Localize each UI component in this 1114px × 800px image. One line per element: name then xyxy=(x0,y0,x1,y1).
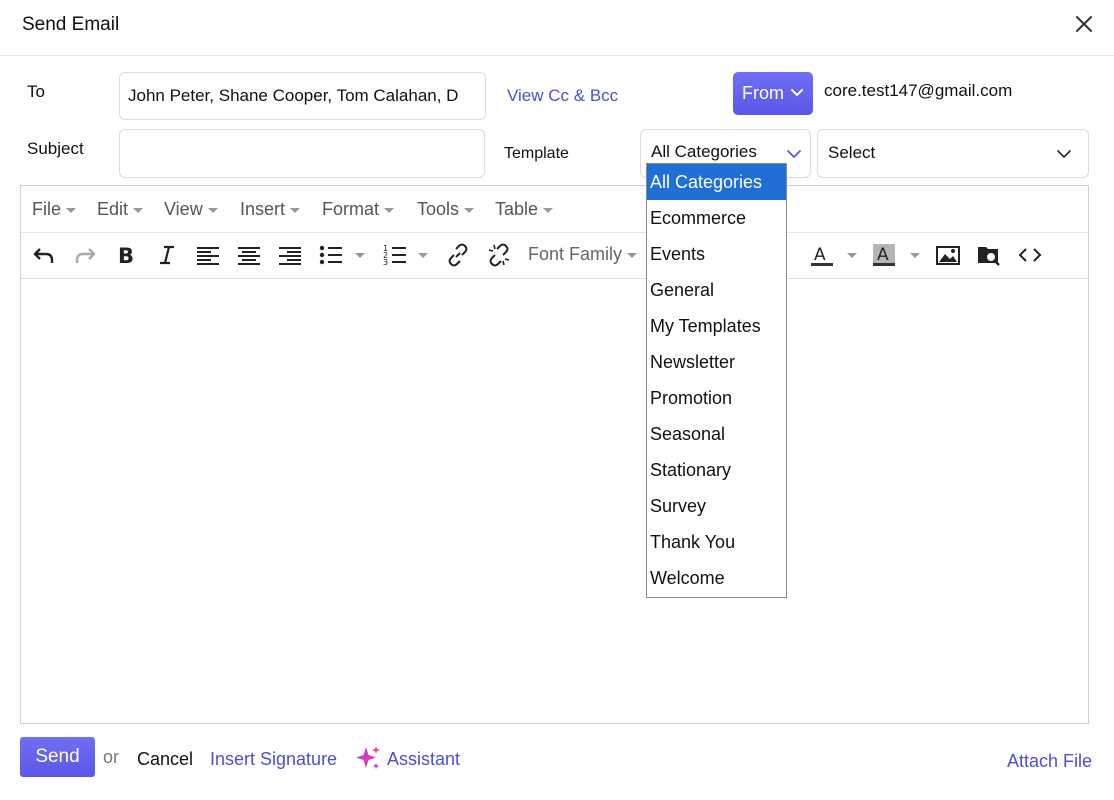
source-code-icon[interactable] xyxy=(1017,242,1043,268)
menu-edit[interactable]: Edit xyxy=(97,199,144,220)
caret-down-icon xyxy=(290,207,301,213)
font-family-select[interactable]: Font Family xyxy=(528,244,638,265)
assistant-link[interactable]: Assistant xyxy=(387,749,460,770)
send-button[interactable]: Send xyxy=(20,737,95,777)
template-label: Template xyxy=(504,145,569,162)
from-button[interactable]: From xyxy=(733,72,813,115)
undo-icon[interactable] xyxy=(31,242,57,268)
subject-label: Subject xyxy=(27,139,84,158)
bullet-list-dropdown-icon[interactable] xyxy=(355,253,365,258)
subject-input[interactable] xyxy=(119,129,485,178)
menu-table[interactable]: Table xyxy=(495,199,554,220)
or-text: or xyxy=(103,747,120,767)
close-icon[interactable] xyxy=(1072,12,1096,36)
unlink-icon[interactable] xyxy=(486,242,512,268)
align-center-icon[interactable] xyxy=(236,242,262,268)
redo-icon[interactable] xyxy=(72,242,98,268)
chevron-down-icon xyxy=(1057,150,1071,159)
to-input[interactable]: John Peter, Shane Cooper, Tom Calahan, D xyxy=(119,72,486,120)
dropdown-option[interactable]: Stationary xyxy=(647,452,786,488)
editor-menubar: File Edit View Insert Format Tools Table xyxy=(21,186,1088,233)
caret-down-icon xyxy=(627,252,638,258)
bullet-list-icon[interactable] xyxy=(318,242,344,268)
template-preview-icon[interactable] xyxy=(976,242,1002,268)
menu-view[interactable]: View xyxy=(164,199,218,220)
dialog-title: Send Email xyxy=(22,14,120,35)
dropdown-option[interactable]: All Categories xyxy=(647,164,786,200)
italic-icon[interactable] xyxy=(154,242,180,268)
header-divider xyxy=(0,55,1114,56)
category-select-value: All Categories xyxy=(651,142,757,161)
text-color-icon[interactable]: A xyxy=(809,242,835,268)
menu-view-label: View xyxy=(164,199,203,219)
template-select-value: Select xyxy=(828,143,876,162)
from-email: core.test147@gmail.com xyxy=(824,81,1013,100)
svg-text:B: B xyxy=(118,244,134,268)
dropdown-option[interactable]: Newsletter xyxy=(647,344,786,380)
sparkle-icon[interactable] xyxy=(354,744,382,772)
image-icon[interactable] xyxy=(935,242,961,268)
menu-table-label: Table xyxy=(495,199,539,219)
template-select[interactable]: Select xyxy=(817,129,1089,178)
menu-insert-label: Insert xyxy=(240,199,286,219)
cancel-button[interactable]: Cancel xyxy=(137,749,193,770)
menu-edit-label: Edit xyxy=(97,199,129,219)
dropdown-option[interactable]: Events xyxy=(647,236,786,272)
chevron-down-icon xyxy=(787,150,801,159)
align-right-icon[interactable] xyxy=(277,242,303,268)
svg-text:3: 3 xyxy=(383,258,388,267)
menu-file-label: File xyxy=(32,199,62,219)
text-color-dropdown-icon[interactable] xyxy=(847,253,857,258)
category-dropdown-list: All Categories Ecommerce Events General … xyxy=(646,163,787,598)
caret-down-icon xyxy=(207,207,218,213)
caret-down-icon xyxy=(66,207,77,213)
bold-icon[interactable]: B xyxy=(113,242,139,268)
dropdown-option[interactable]: Seasonal xyxy=(647,416,786,452)
insert-signature-link[interactable]: Insert Signature xyxy=(210,749,337,770)
dropdown-option[interactable]: Survey xyxy=(647,488,786,524)
dropdown-option[interactable]: Promotion xyxy=(647,380,786,416)
menu-format[interactable]: Format xyxy=(322,199,395,220)
dropdown-option[interactable]: Ecommerce xyxy=(647,200,786,236)
font-family-label: Font Family xyxy=(528,244,623,264)
editor-content-area[interactable] xyxy=(21,279,1088,723)
background-color-icon[interactable]: A xyxy=(871,242,897,268)
caret-down-icon xyxy=(464,207,475,213)
menu-file[interactable]: File xyxy=(32,199,77,220)
align-left-icon[interactable] xyxy=(195,242,221,268)
dropdown-option[interactable]: General xyxy=(647,272,786,308)
link-icon[interactable] xyxy=(445,242,471,268)
caret-down-icon xyxy=(543,207,554,213)
attach-file-link[interactable]: Attach File xyxy=(1007,751,1092,772)
view-cc-bcc-link[interactable]: View Cc & Bcc xyxy=(507,86,618,106)
menu-tools-label: Tools xyxy=(417,199,460,219)
svg-text:A: A xyxy=(877,245,889,265)
menu-insert[interactable]: Insert xyxy=(240,199,301,220)
menu-tools[interactable]: Tools xyxy=(417,199,475,220)
chevron-down-icon xyxy=(791,89,803,97)
caret-down-icon xyxy=(384,207,395,213)
numbered-list-dropdown-icon[interactable] xyxy=(418,253,428,258)
to-label: To xyxy=(27,82,45,101)
menu-format-label: Format xyxy=(322,199,380,219)
from-button-label: From xyxy=(742,83,784,103)
dropdown-option[interactable]: Welcome xyxy=(647,560,786,596)
dropdown-option[interactable]: My Templates xyxy=(647,308,786,344)
numbered-list-icon[interactable]: 123 xyxy=(382,242,408,268)
caret-down-icon xyxy=(133,207,144,213)
rich-text-editor: File Edit View Insert Format Tools Table… xyxy=(20,185,1089,724)
svg-text:A: A xyxy=(814,245,826,265)
background-color-dropdown-icon[interactable] xyxy=(910,253,920,258)
dropdown-option[interactable]: Thank You xyxy=(647,524,786,560)
editor-toolbar: B 123 Font Family A A xyxy=(21,232,1088,279)
